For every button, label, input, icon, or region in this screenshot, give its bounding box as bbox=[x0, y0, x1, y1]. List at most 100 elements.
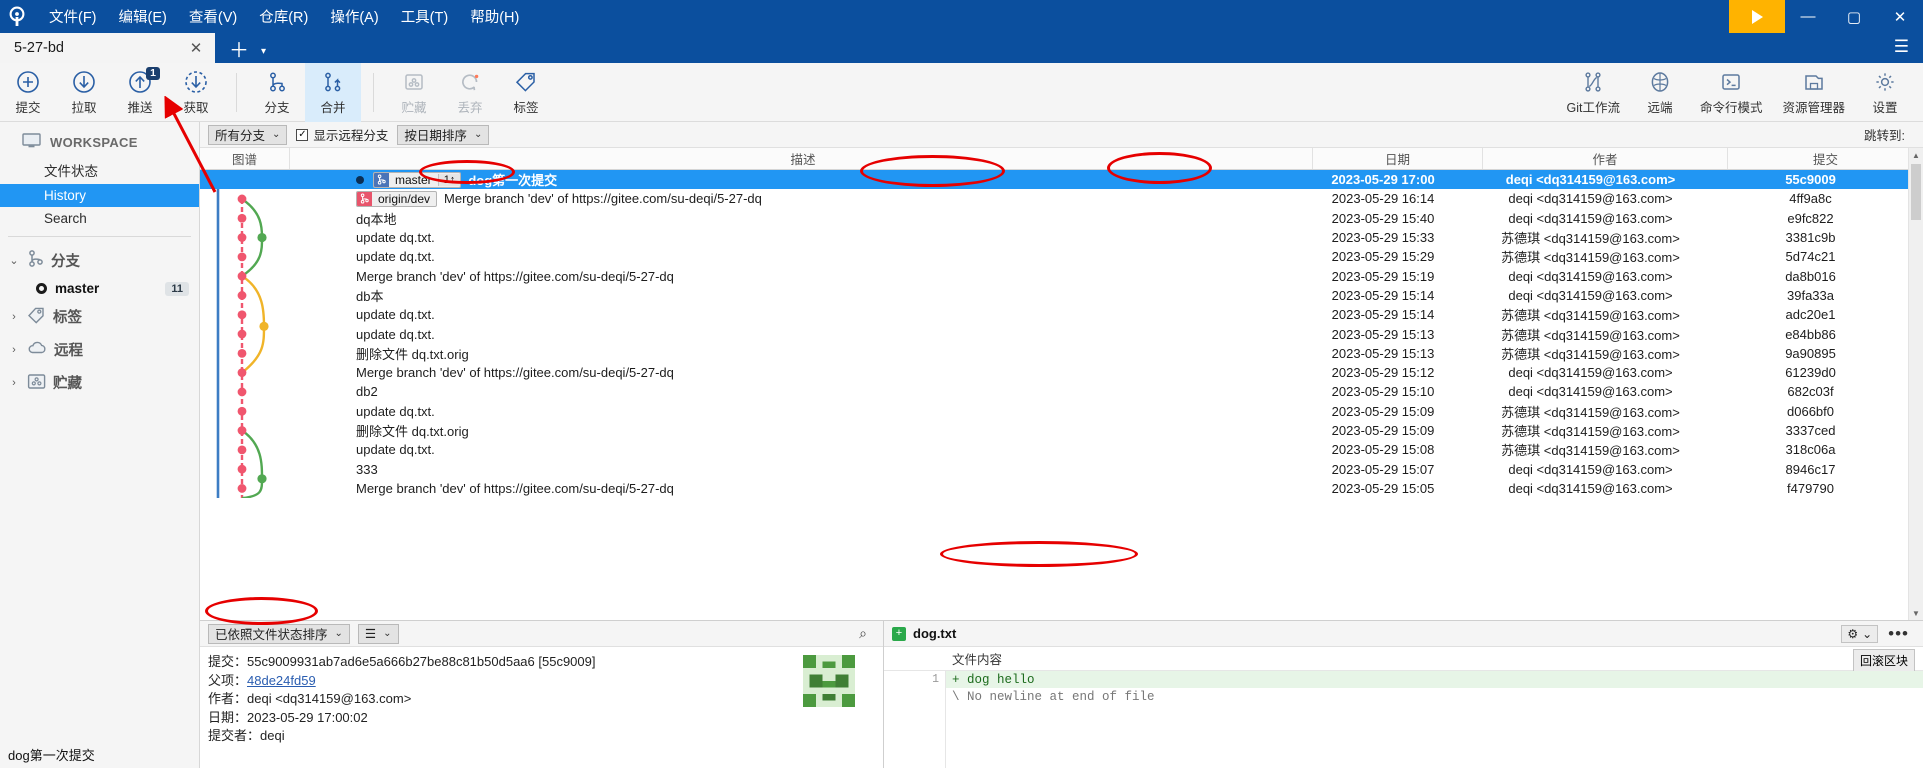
menu-item-repository[interactable]: 仓库(R) bbox=[248, 2, 319, 31]
sidebar-item-history[interactable]: History bbox=[0, 184, 199, 207]
diff-more-icon[interactable]: ••• bbox=[1888, 624, 1915, 644]
table-row[interactable]: update dq.txt. 2023-05-29 15:13 苏德琪 <dq314… bbox=[200, 324, 1908, 343]
table-row[interactable]: Merge branch 'dev' of https://gitee.com/… bbox=[200, 267, 1908, 286]
table-row[interactable]: master 1↑ dog第一次提交 2023-05-29 17:00 deqi <dq… bbox=[200, 170, 1908, 190]
local-branch-tag[interactable]: master 1↑ bbox=[373, 171, 462, 188]
sidebar-node-branches[interactable]: ⌄ 分支 bbox=[0, 243, 199, 277]
new-tab-button[interactable]: ＋ bbox=[215, 41, 259, 63]
row-author-cell: deqi <dq314159@163.com> bbox=[1508, 287, 1673, 303]
table-row[interactable]: Merge branch 'dev' of https://gitee.com/… bbox=[200, 363, 1908, 382]
column-header-commit[interactable]: 提交 bbox=[1728, 148, 1923, 169]
menu-item-view[interactable]: 查看(V) bbox=[178, 2, 248, 31]
menu-item-file[interactable]: 文件(F) bbox=[38, 2, 108, 31]
close-button[interactable]: ✕ bbox=[1877, 0, 1923, 33]
row-description-text: update dq.txt. bbox=[356, 307, 435, 323]
row-author-cell: 苏德琪 <dq314159@163.com> bbox=[1501, 424, 1680, 440]
file-sort-dropdown[interactable]: 已依照文件状态排序 ⌄ bbox=[208, 623, 350, 644]
toolbar-settings-label: 设置 bbox=[1872, 100, 1898, 115]
sort-order-value: 按日期排序 bbox=[404, 129, 467, 143]
row-author-cell: 苏德琪 <dq314159@163.com> bbox=[1501, 346, 1680, 362]
column-header-graph[interactable]: 图谱 bbox=[200, 148, 290, 169]
chevron-right-icon[interactable]: › bbox=[8, 344, 20, 356]
row-description-text: Merge branch 'dev' of https://gitee.com/… bbox=[356, 268, 674, 284]
menu-item-edit[interactable]: 编辑(E) bbox=[108, 2, 178, 31]
table-row[interactable]: update dq.txt. 2023-05-29 15:14 苏德琪 <dq314… bbox=[200, 305, 1908, 324]
show-remote-branches-checkbox[interactable]: ✓ 显示远程分支 bbox=[296, 125, 388, 144]
chevron-right-icon[interactable]: › bbox=[8, 377, 20, 389]
row-date-cell: 2023-05-29 15:19 bbox=[1331, 268, 1435, 284]
sidebar-node-tags[interactable]: › 标签 bbox=[0, 300, 199, 333]
table-row[interactable]: 333 2023-05-29 15:07 deqi <dq314159@163.co… bbox=[200, 460, 1908, 479]
table-row[interactable]: update dq.txt. 2023-05-29 15:09 苏德琪 <dq314… bbox=[200, 402, 1908, 421]
branch-filter-value: 所有分支 bbox=[215, 129, 266, 143]
current-branch-icon bbox=[36, 283, 47, 294]
history-scrollbar[interactable]: ▲ ▼ bbox=[1908, 148, 1923, 620]
sort-order-dropdown[interactable]: 按日期排序 ⌄ bbox=[397, 124, 490, 145]
column-header-description[interactable]: 描述 bbox=[290, 148, 1313, 169]
toolbar-commit-button[interactable]: 提交 bbox=[0, 63, 56, 122]
sidebar-node-remotes[interactable]: › 远程 bbox=[0, 333, 199, 366]
toolbar-push-button[interactable]: 1 推送 bbox=[112, 63, 168, 122]
table-row[interactable]: 删除文件 dq.txt.orig 2023-05-29 15:13 苏德琪 <dq3… bbox=[200, 344, 1908, 363]
scrollbar-thumb[interactable] bbox=[1911, 164, 1921, 220]
menu-item-actions[interactable]: 操作(A) bbox=[319, 2, 389, 31]
toolbar-discard-button[interactable]: 丢弃 bbox=[442, 63, 498, 122]
chevron-right-icon[interactable]: › bbox=[8, 311, 20, 323]
toolbar-fetch-button[interactable]: 获取 bbox=[168, 63, 224, 122]
row-description-text: update dq.txt. bbox=[356, 442, 435, 458]
tab-repo[interactable]: 5-27-bd ✕ bbox=[0, 33, 215, 63]
rollback-hunk-button[interactable]: 回滚区块 bbox=[1852, 649, 1915, 672]
row-author-cell: deqi <dq314159@163.com> bbox=[1508, 191, 1673, 207]
maximize-button[interactable]: ▢ bbox=[1831, 0, 1877, 33]
main-menu-icon[interactable]: ☰ bbox=[1894, 37, 1909, 57]
diff-settings-button[interactable]: ⚙ ⌄ bbox=[1841, 624, 1879, 643]
chevron-down-icon[interactable]: ⌄ bbox=[8, 254, 20, 267]
column-header-author[interactable]: 作者 bbox=[1483, 148, 1728, 169]
table-row[interactable]: db2 2023-05-29 15:10 deqi <dq314159@163.co… bbox=[200, 382, 1908, 401]
sidebar-node-stashes[interactable]: › 贮藏 bbox=[0, 366, 199, 399]
detail-value-parent[interactable]: 48de24fd59 bbox=[247, 673, 316, 688]
table-row[interactable]: dq本地 2023-05-29 15:40 deqi <dq314159@163.c… bbox=[200, 209, 1908, 228]
sidebar-item-file-status[interactable]: 文件状态 bbox=[0, 156, 199, 184]
table-row[interactable]: db本 2023-05-29 15:14 deqi <dq314159@163.co… bbox=[200, 286, 1908, 305]
tab-dropdown-icon[interactable]: ▾ bbox=[259, 46, 276, 63]
table-row[interactable]: Merge branch 'dev' of https://gitee.com/… bbox=[200, 479, 1908, 498]
scroll-up-icon[interactable]: ▲ bbox=[1909, 148, 1923, 162]
toolbar-gitflow-button[interactable]: Git工作流 bbox=[1556, 63, 1629, 122]
run-button[interactable] bbox=[1729, 0, 1785, 33]
remote-branch-tag[interactable]: origin/dev bbox=[356, 190, 438, 207]
history-table-header: 图谱 描述 日期 作者 提交 bbox=[200, 148, 1923, 170]
diff-lines[interactable]: + dog hello \ No newline at end of file bbox=[946, 671, 1923, 768]
row-author-cell: 苏德琪 <dq314159@163.com> bbox=[1501, 231, 1680, 247]
row-date-cell: 2023-05-29 15:07 bbox=[1331, 461, 1435, 477]
toolbar-stash-button[interactable]: 贮藏 bbox=[386, 63, 442, 122]
view-mode-dropdown[interactable]: ☰ ⌄ bbox=[357, 623, 399, 644]
sidebar-branch-master[interactable]: master 11 bbox=[0, 277, 199, 300]
table-row[interactable]: update dq.txt. 2023-05-29 15:29 苏德琪 <dq314… bbox=[200, 247, 1908, 266]
table-row[interactable]: update dq.txt. 2023-05-29 15:33 苏德琪 <dq314… bbox=[200, 228, 1908, 247]
toolbar-terminal-button[interactable]: 命令行模式 bbox=[1690, 63, 1773, 122]
table-row[interactable]: 删除文件 dq.txt.orig 2023-05-29 15:09 苏德琪 <dq3… bbox=[200, 421, 1908, 440]
table-row[interactable]: origin/dev Merge branch 'dev' of https://… bbox=[200, 189, 1908, 208]
menu-item-tools[interactable]: 工具(T) bbox=[390, 2, 460, 31]
row-author-cell: deqi <dq314159@163.com> bbox=[1505, 172, 1676, 188]
toolbar-merge-button[interactable]: 合并 bbox=[305, 62, 361, 122]
column-header-date[interactable]: 日期 bbox=[1313, 148, 1483, 169]
toolbar-settings-button[interactable]: 设置 bbox=[1855, 63, 1915, 122]
toolbar-branch-button[interactable]: 分支 bbox=[249, 63, 305, 122]
toolbar-remote-button[interactable]: 远端 bbox=[1630, 63, 1690, 122]
toolbar-explorer-button[interactable]: 资源管理器 bbox=[1772, 63, 1855, 122]
menu-item-help[interactable]: 帮助(H) bbox=[459, 2, 530, 31]
scroll-down-icon[interactable]: ▼ bbox=[1909, 606, 1923, 620]
search-icon[interactable]: ⌕ bbox=[859, 625, 875, 642]
table-row[interactable]: update dq.txt. 2023-05-29 15:08 苏德琪 <dq314… bbox=[200, 440, 1908, 459]
branch-filter-dropdown[interactable]: 所有分支 ⌄ bbox=[208, 124, 288, 145]
minimize-button[interactable]: — bbox=[1785, 0, 1831, 33]
toolbar-pull-button[interactable]: 拉取 bbox=[56, 63, 112, 122]
tab-close-icon[interactable]: ✕ bbox=[185, 39, 207, 57]
row-graph-cell bbox=[200, 189, 290, 208]
sidebar-item-search[interactable]: Search bbox=[0, 207, 199, 230]
avatar bbox=[803, 655, 855, 707]
sidebar-workspace-header[interactable]: WORKSPACE bbox=[0, 128, 199, 156]
toolbar-tag-button[interactable]: 标签 bbox=[498, 63, 554, 122]
